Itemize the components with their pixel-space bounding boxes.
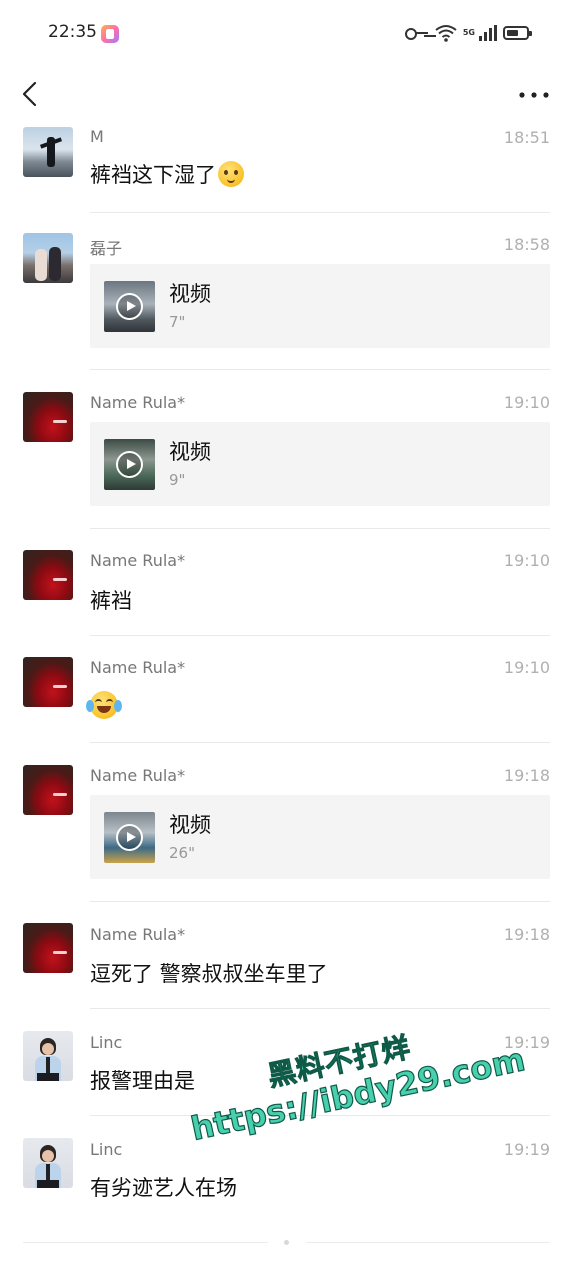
avatar[interactable] [23, 657, 73, 707]
play-icon [116, 451, 143, 478]
back-button[interactable] [18, 80, 48, 110]
gallery-app-icon [101, 25, 119, 43]
message-item[interactable]: Linc 19:19 有劣迹艺人在场 [0, 1138, 573, 1218]
message-time: 18:58 [503, 235, 550, 254]
nav-bar [0, 64, 573, 124]
message-item[interactable]: 磊子 18:58 视频 7" [0, 233, 573, 353]
message-item[interactable]: M 18:51 裤裆这下湿了 [0, 127, 573, 213]
avatar[interactable] [23, 923, 73, 973]
video-label: 视频 [169, 813, 211, 837]
message-time: 19:10 [503, 393, 550, 412]
sender-name: Name Rula* [90, 766, 186, 785]
avatar[interactable] [23, 233, 73, 283]
divider [90, 635, 550, 636]
list-end-dot [284, 1240, 289, 1245]
laughing-tears-emoji[interactable] [86, 691, 122, 719]
video-thumbnail [104, 439, 155, 490]
video-thumbnail [104, 281, 155, 332]
video-label: 视频 [169, 282, 211, 306]
message-text-content: 裤裆这下湿了 [90, 163, 216, 187]
avatar[interactable] [23, 765, 73, 815]
avatar[interactable] [23, 392, 73, 442]
list-end-line-right [306, 1242, 550, 1243]
avatar[interactable] [23, 550, 73, 600]
message-item[interactable]: Linc 19:19 报警理由是 [0, 1031, 573, 1111]
message-item[interactable]: Name Rula* 19:18 视频 26" [0, 765, 573, 885]
message-text[interactable]: 有劣迹艺人在场 [90, 1172, 237, 1202]
message-time: 19:19 [503, 1033, 550, 1052]
network-type: 5G [462, 28, 475, 37]
message-time: 19:18 [503, 766, 550, 785]
video-duration: 7" [169, 313, 186, 331]
message-time: 18:51 [503, 128, 550, 147]
status-icons: 5G [404, 22, 532, 44]
video-message-card[interactable]: 视频 26" [90, 795, 550, 879]
sender-name: 磊子 [90, 239, 123, 258]
thinking-face-emoji [218, 161, 244, 187]
sender-name: Name Rula* [90, 551, 186, 570]
video-message-card[interactable]: 视频 9" [90, 422, 550, 506]
message-item[interactable]: Name Rula* 19:18 逗死了 警察叔叔坐车里了 [0, 923, 573, 1003]
message-text[interactable]: 报警理由是 [90, 1065, 195, 1095]
message-time: 19:18 [503, 925, 550, 944]
divider [90, 369, 550, 370]
divider [90, 1115, 550, 1116]
wifi-icon [435, 25, 457, 42]
message-time: 19:19 [503, 1140, 550, 1159]
sender-name: Name Rula* [90, 658, 186, 677]
play-icon [116, 293, 143, 320]
sender-name: Linc [90, 1033, 123, 1052]
avatar[interactable] [23, 1138, 73, 1188]
divider [90, 1008, 550, 1009]
play-icon [116, 824, 143, 851]
back-arrow-icon [22, 81, 37, 107]
message-item[interactable]: Name Rula* 19:10 裤裆 [0, 550, 573, 630]
video-label: 视频 [169, 440, 211, 464]
message-text[interactable]: 裤裆 [90, 585, 132, 615]
divider [90, 901, 550, 902]
list-end-line-left [23, 1242, 268, 1243]
battery-icon [503, 26, 532, 40]
divider [90, 528, 550, 529]
video-duration: 9" [169, 471, 186, 489]
more-button[interactable] [517, 86, 551, 104]
sender-name: Name Rula* [90, 925, 186, 944]
divider [90, 212, 550, 213]
key-icon [404, 26, 429, 40]
sender-name: M [90, 127, 104, 146]
sender-name: Name Rula* [90, 393, 186, 412]
message-item[interactable]: Name Rula* 19:10 视频 9" [0, 392, 573, 512]
message-time: 19:10 [503, 658, 550, 677]
video-duration: 26" [169, 844, 195, 862]
video-message-card[interactable]: 视频 7" [90, 264, 550, 348]
message-time: 19:10 [503, 551, 550, 570]
video-thumbnail [104, 812, 155, 863]
more-dots-icon [519, 92, 549, 98]
status-time: 22:35 [48, 22, 97, 42]
sender-name: Linc [90, 1140, 123, 1159]
message-item[interactable]: Name Rula* 19:10 [0, 657, 573, 737]
status-bar: 22:35 5G [0, 0, 573, 64]
signal-icon [479, 25, 497, 41]
message-text[interactable]: 裤裆这下湿了 [90, 159, 244, 189]
avatar[interactable] [23, 1031, 73, 1081]
avatar[interactable] [23, 127, 73, 177]
message-text[interactable]: 逗死了 警察叔叔坐车里了 [90, 958, 328, 988]
divider [90, 742, 550, 743]
